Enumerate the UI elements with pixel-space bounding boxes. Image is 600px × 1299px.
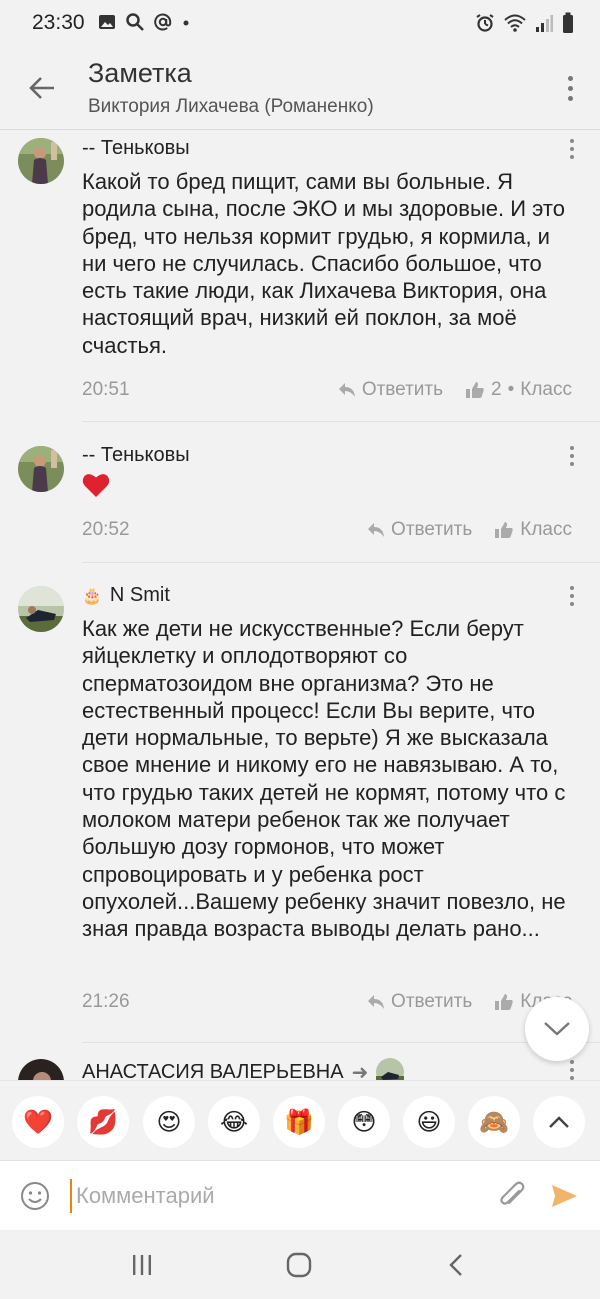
wifi-icon [504,14,526,32]
comments-list[interactable]: -- Теньковы Какой то бред пищит, сами вы… [0,130,600,1080]
more-vert-icon [570,586,574,590]
avatar[interactable] [18,446,64,492]
comment-item: АНАСТАСИЯ ВАЛЕРЬЕВНА ➜ [0,1043,600,1080]
status-time: 23:30 [32,11,85,34]
more-vert-icon [567,75,573,81]
comment-time: 20:52 [82,519,130,540]
attach-button[interactable] [497,1179,527,1213]
birthday-cake-icon: 🎂 [82,587,102,605]
overflow-menu-button[interactable] [560,70,580,106]
reply-icon [338,383,355,397]
home-icon [286,1252,312,1278]
comment-text: Как же дети не искусственные? Если берут… [82,616,566,942]
alarm-icon [476,14,494,32]
emoji-see-no-evil-button[interactable]: 🙈 [468,1096,520,1148]
comment-menu-button[interactable] [566,1057,578,1080]
like-button[interactable]: Класс [494,519,572,541]
more-vert-icon [570,139,574,143]
comment-item: -- Теньковы Какой то бред пищит, сами вы… [0,130,600,422]
avatar[interactable] [18,586,64,632]
more-vert-icon [570,446,574,450]
heart-emoji-icon [82,474,110,497]
system-nav-bar [0,1230,600,1299]
recent-apps-icon [133,1255,151,1275]
at-sign-notification-icon [154,13,172,31]
reply-to-avatar[interactable] [376,1058,405,1080]
emoji-flushed-button[interactable]: 😳 [338,1096,390,1148]
page-subtitle[interactable]: Виктория Лихачева (Романенко) [88,96,374,118]
comment-item: -- Теньковы 20:52 Ответить Класс [0,422,600,563]
comment-item: 🎂 N Smit Как же дети не искусственные? Е… [0,563,600,1043]
reply-icon [368,523,385,537]
chevron-left-icon [449,1254,462,1276]
comment-input-bar [0,1160,600,1230]
comment-time: 20:51 [82,379,130,400]
emoji-quick-bar: ❤️ 💋 😍 😂 🎁 😳 😃 🙈 [0,1080,600,1160]
status-icons-right [475,12,574,34]
comment-author[interactable]: -- Теньковы [82,444,190,467]
avatar-photo [18,446,64,492]
arrow-back-icon [29,77,54,99]
signal-icon [536,15,553,32]
comment-text: Какой то бред пищит, сами вы больные. Я … [82,169,565,358]
emoji-smiley-button[interactable]: 😃 [403,1096,455,1148]
avatar-photo [18,586,64,632]
reply-to-arrow-icon: ➜ [351,1061,369,1081]
reply-button[interactable]: Ответить [338,379,443,401]
emoji-gift-button[interactable]: 🎁 [273,1096,325,1148]
reply-button[interactable]: Ответить [367,519,472,541]
emoji-heart-eyes-button[interactable]: 😍 [143,1096,195,1148]
status-icons-left [97,12,191,32]
comment-author[interactable]: -- Теньковы [82,137,190,160]
avatar[interactable] [18,138,64,184]
home-button[interactable] [279,1250,319,1280]
thumbs-up-icon [495,994,513,1010]
app-header: Заметка Виктория Лихачева (Романенко) [0,46,600,130]
reply-icon [368,995,385,1009]
thumbs-up-icon [466,382,484,398]
battery-icon [563,12,573,33]
expand-emoji-button[interactable] [533,1096,585,1148]
paperclip-icon [500,1181,525,1205]
comment-author[interactable]: 🎂 N Smit [82,584,170,607]
page-title: Заметка [88,58,192,88]
emoji-kiss-button[interactable]: 💋 [77,1096,129,1148]
like-button[interactable]: 2 • Класс [465,379,572,401]
gallery-notification-icon [99,15,115,29]
more-vert-icon [570,1060,574,1064]
comment-menu-button[interactable] [566,583,578,609]
back-button[interactable] [22,70,62,106]
scroll-down-button[interactable] [525,997,589,1061]
comment-actions: Ответить 2 • Класс [338,379,572,401]
reply-button[interactable]: Ответить [367,991,472,1013]
comment-actions: Ответить Класс [367,519,572,541]
like-count: 2 [491,379,502,400]
smiley-face-icon [21,1182,49,1210]
send-button[interactable] [549,1181,579,1211]
search-notification-icon [126,13,144,31]
chevron-up-icon [549,1116,569,1128]
more-notifications-dot-icon [183,20,189,26]
comment-menu-button[interactable] [566,136,578,162]
comment-time: 21:26 [82,991,130,1012]
status-bar: 23:30 [0,0,600,46]
comment-input[interactable] [70,1179,470,1213]
comment-menu-button[interactable] [566,443,578,469]
avatar-photo [18,138,64,184]
send-icon [552,1185,577,1207]
emoji-picker-button[interactable] [20,1181,50,1211]
emoji-heart-button[interactable]: ❤️ [12,1096,64,1148]
avatar-photo [18,1059,64,1080]
comment-text [82,472,572,504]
recent-apps-button[interactable] [122,1250,162,1280]
system-back-button[interactable] [436,1250,476,1280]
emoji-joy-button[interactable]: 😂 [208,1096,260,1148]
chevron-down-icon [544,1022,570,1036]
comment-author[interactable]: АНАСТАСИЯ ВАЛЕРЬЕВНА ➜ [82,1058,405,1081]
avatar[interactable] [18,1059,64,1080]
like-separator: • [507,379,515,400]
thumbs-up-icon [495,522,513,538]
